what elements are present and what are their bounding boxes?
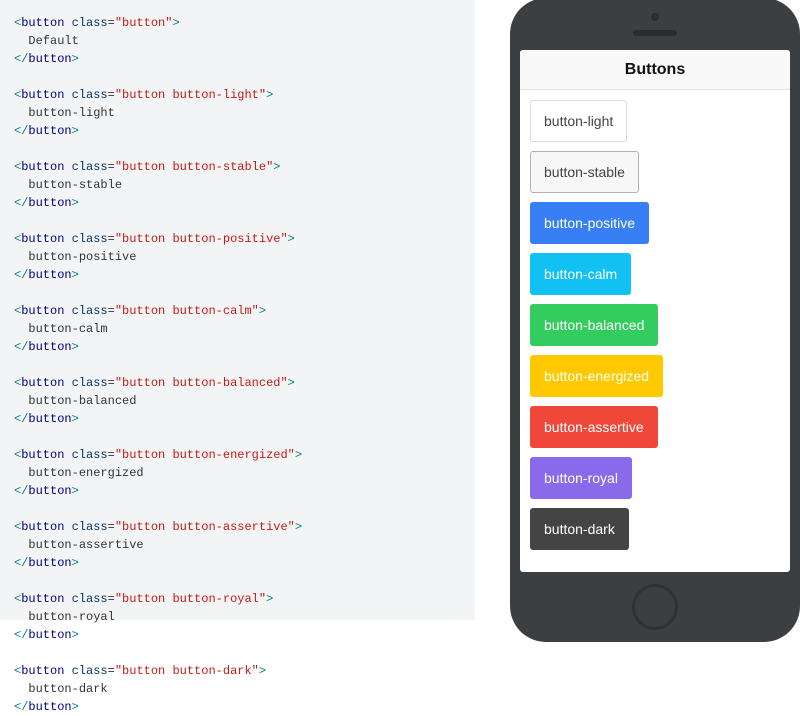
phone-preview-wrap: Buttons button-lightbutton-stablebutton-…	[475, 0, 800, 655]
code-block: <button class="button button-assertive">…	[14, 518, 461, 572]
button-light-button[interactable]: button-light	[530, 100, 627, 142]
code-block: <button class="button button-stable"> bu…	[14, 158, 461, 212]
code-block: <button class="button button-positive"> …	[14, 230, 461, 284]
button-stable-button[interactable]: button-stable	[530, 151, 639, 193]
code-block: <button class="button button-energized">…	[14, 446, 461, 500]
page-title: Buttons	[520, 50, 790, 90]
phone-speaker-icon	[633, 30, 677, 36]
button-balanced-button[interactable]: button-balanced	[530, 304, 658, 346]
code-block: <button class="button button-balanced"> …	[14, 374, 461, 428]
code-block: <button class="button"> Default</button>	[14, 14, 461, 68]
code-block: <button class="button button-light"> but…	[14, 86, 461, 140]
code-block: <button class="button button-royal"> but…	[14, 590, 461, 644]
button-calm-button[interactable]: button-calm	[530, 253, 631, 295]
phone-frame: Buttons button-lightbutton-stablebutton-…	[510, 0, 800, 642]
button-dark-button[interactable]: button-dark	[530, 508, 629, 550]
code-block: <button class="button button-dark"> butt…	[14, 662, 461, 716]
button-list: button-light button-stable button-positive…	[520, 90, 790, 560]
code-block: <button class="button button-calm"> butt…	[14, 302, 461, 356]
home-button-icon[interactable]	[632, 584, 678, 630]
button-royal-button[interactable]: button-royal	[530, 457, 632, 499]
phone-screen: Buttons button-lightbutton-stablebutton-…	[520, 50, 790, 572]
phone-camera-icon	[651, 13, 659, 21]
button-energized-button[interactable]: button-energized	[530, 355, 663, 397]
button-positive-button[interactable]: button-positive	[530, 202, 649, 244]
button-assertive-button[interactable]: button-assertive	[530, 406, 658, 448]
code-panel: <button class="button"> Default</button>…	[0, 0, 475, 620]
